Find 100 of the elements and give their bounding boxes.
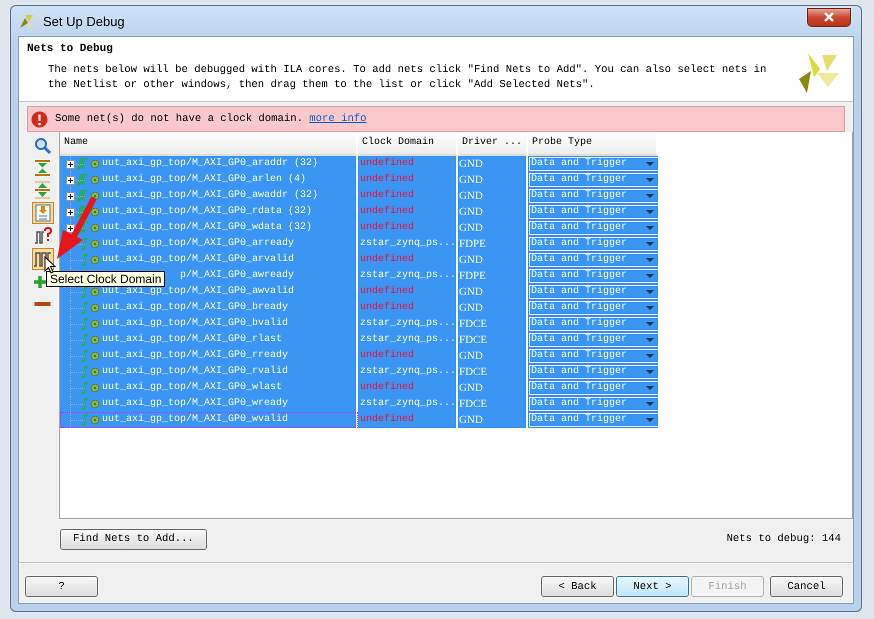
probe-type-dropdown[interactable]: Data and Trigger — [528, 397, 658, 411]
signal-step-icon — [80, 382, 89, 394]
close-button[interactable] — [807, 8, 851, 26]
net-name: uut_axi_gp_top/M_AXI_GP0_wlast — [102, 380, 282, 395]
net-name-cell[interactable]: uut_axi_gp_top/M_AXI_GP0_rlast — [60, 332, 358, 348]
driver-cell: FDCE — [458, 364, 528, 380]
probe-type-dropdown[interactable]: Data and Trigger — [528, 381, 658, 395]
net-name: uut_axi_gp_top/M_AXI_GP0_bready — [102, 300, 288, 315]
net-name-cell[interactable]: uut_axi_gp_top/M_AXI_GP0_bready — [60, 300, 358, 316]
window-title: Set Up Debug — [43, 14, 125, 28]
clock-domain-cell: zstar_zynq_ps... — [358, 332, 458, 348]
probe-type-dropdown[interactable]: Data and Trigger — [528, 253, 658, 267]
probe-type-dropdown[interactable]: Data and Trigger — [528, 317, 658, 331]
driver-cell: GND — [458, 156, 528, 172]
clock-domain-cell: undefined — [358, 300, 458, 316]
bus-waveform-icon — [74, 190, 89, 202]
probe-type-dropdown[interactable]: Data and Trigger — [528, 349, 658, 363]
signal-step-icon — [80, 254, 89, 266]
probe-type-dropdown[interactable]: Data and Trigger — [528, 237, 658, 251]
dialog-button[interactable]: < Back — [541, 576, 614, 597]
signal-step-icon — [80, 350, 89, 362]
clock-domain-cell: undefined — [358, 220, 458, 236]
bus-waveform-icon — [74, 206, 89, 218]
bus-waveform-icon — [74, 158, 89, 170]
net-name-cell[interactable]: uut_axi_gp_top/M_AXI_GP0_wlast — [60, 380, 358, 396]
net-name: uut_axi_gp_top/M_AXI_GP0_awaddr (32) — [102, 188, 318, 203]
probe-type-dropdown[interactable]: Data and Trigger — [528, 205, 658, 219]
driver-cell: GND — [458, 380, 528, 396]
expand-icon[interactable] — [66, 160, 75, 168]
probe-type-dropdown[interactable]: Data and Trigger — [528, 285, 658, 299]
gear-icon — [90, 175, 100, 185]
gear-icon — [90, 159, 100, 169]
expand-icon[interactable] — [66, 224, 75, 232]
probe-type-dropdown[interactable]: Data and Trigger — [528, 173, 658, 187]
driver-cell: GND — [458, 252, 528, 268]
net-name-cell[interactable]: uut_axi_gp_top/M_AXI_GP0_araddr (32) — [60, 156, 358, 172]
driver-cell: GND — [458, 172, 528, 188]
gear-icon — [90, 351, 100, 361]
error-icon — [31, 110, 48, 128]
gear-icon — [90, 223, 100, 233]
probe-type-dropdown[interactable]: Data and Trigger — [528, 189, 658, 203]
alert-message: Some net(s) do not have a clock domain. more info — [55, 113, 367, 125]
clock-domain-cell: zstar_zynq_ps... — [358, 268, 458, 284]
clock-domain-cell: undefined — [358, 204, 458, 220]
app-logo-icon — [19, 13, 35, 29]
net-name: uut_axi_gp_top/M_AXI_GP0_wready — [102, 396, 288, 411]
gear-icon — [90, 383, 100, 393]
page-title: Nets to Debug — [27, 43, 114, 55]
find-nets-button[interactable]: Find Nets to Add... — [60, 528, 207, 550]
clock-domain-cell: undefined — [358, 380, 458, 396]
gear-icon — [90, 239, 100, 249]
net-name-cell[interactable]: uut_axi_gp_top/M_AXI_GP0_wready — [60, 396, 358, 412]
net-name-cell[interactable]: uut_axi_gp_top/M_AXI_GP0_awvalid — [60, 284, 358, 300]
signal-step-icon — [80, 366, 89, 378]
clock-domain-cell: undefined — [358, 188, 458, 204]
help-button[interactable]: ? — [25, 576, 98, 597]
probe-type-dropdown[interactable]: Data and Trigger — [528, 221, 658, 235]
gear-icon — [90, 335, 100, 345]
net-name-cell[interactable]: uut_axi_gp_top/M_AXI_GP0_arvalid — [60, 252, 358, 268]
signal-step-icon — [80, 334, 89, 346]
probe-type-dropdown[interactable]: Data and Trigger — [528, 301, 658, 315]
clock-domain-cell: undefined — [358, 172, 458, 188]
expand-icon[interactable] — [66, 192, 75, 200]
gear-icon — [90, 191, 100, 201]
probe-type-dropdown[interactable]: Data and Trigger — [528, 269, 658, 283]
gear-icon — [90, 303, 100, 313]
driver-cell: FDCE — [458, 332, 528, 348]
probe-type-dropdown[interactable]: Data and Trigger — [528, 413, 658, 427]
net-name-cell[interactable]: uut_axi_gp_top/M_AXI_GP0_rvalid — [60, 364, 358, 380]
net-name: uut_axi_gp_top/M_AXI_GP0_arready — [102, 236, 294, 251]
gear-icon — [90, 399, 100, 409]
dialog-button[interactable]: Next > — [616, 576, 689, 597]
net-name: uut_axi_gp_top/M_AXI_GP0_rdata (32) — [102, 204, 312, 219]
tooltip: Select Clock Domain — [46, 271, 166, 287]
clock-domain-cell: zstar_zynq_ps... — [358, 396, 458, 412]
more-info-link[interactable]: more info — [309, 113, 367, 125]
expand-icon[interactable] — [66, 176, 75, 184]
clock-domain-cell: undefined — [358, 252, 458, 268]
probe-type-dropdown[interactable]: Data and Trigger — [528, 333, 658, 347]
net-name-cell[interactable]: uut_axi_gp_top/M_AXI_GP0_rdata (32) — [60, 204, 358, 220]
net-name-cell[interactable]: uut_axi_gp_top/M_AXI_GP0_wdata (32) — [60, 220, 358, 236]
probe-type-dropdown[interactable]: Data and Trigger — [528, 157, 658, 171]
dialog-button[interactable]: Cancel — [770, 576, 843, 597]
signal-step-icon — [80, 238, 89, 250]
probe-type-dropdown[interactable]: Data and Trigger — [528, 365, 658, 379]
net-name-cell[interactable]: uut_axi_gp_top/M_AXI_GP0_arlen (4) — [60, 172, 358, 188]
net-name: uut_axi_gp_top/M_AXI_GP0_wdata (32) — [102, 220, 312, 235]
annotation-arrow — [57, 197, 96, 259]
signal-step-icon — [80, 398, 89, 410]
net-name-cell[interactable]: uut_axi_gp_top/M_AXI_GP0_rready — [60, 348, 358, 364]
gear-icon — [90, 287, 100, 297]
net-name-cell[interactable]: uut_axi_gp_top/M_AXI_GP0_bvalid — [60, 316, 358, 332]
net-name-cell[interactable]: uut_axi_gp_top/M_AXI_GP0_arready — [60, 236, 358, 252]
signal-step-icon — [80, 286, 89, 298]
net-name-cell[interactable]: uut_axi_gp_top/M_AXI_GP0_awaddr (32) — [60, 188, 358, 204]
expand-icon[interactable] — [66, 208, 75, 216]
driver-cell: FDCE — [458, 316, 528, 332]
signal-step-icon — [80, 414, 89, 426]
remove-icon — [34, 302, 52, 306]
net-name-cell[interactable]: uut_axi_gp_top/M_AXI_GP0_wvalid — [60, 412, 358, 428]
